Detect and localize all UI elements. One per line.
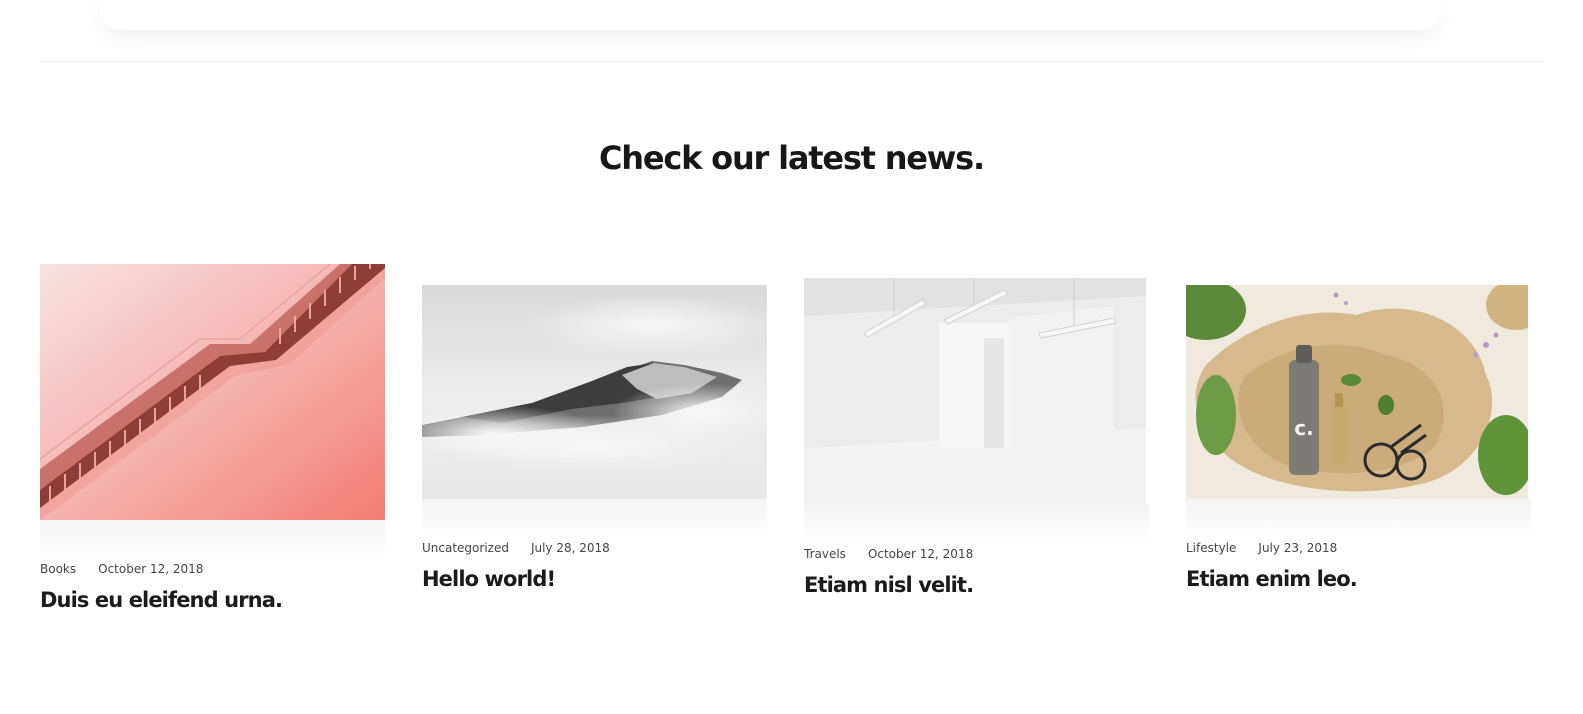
post-title-link[interactable]: Etiam enim leo. xyxy=(1186,567,1358,591)
post-category-link[interactable]: Lifestyle xyxy=(1186,541,1236,555)
news-card: Books October 12, 2018 Duis eu eleifend u… xyxy=(40,264,385,612)
post-meta: Lifestyle July 23, 2018 xyxy=(1186,541,1531,557)
section-title: Check our latest news. xyxy=(599,139,985,177)
post-thumbnail-link[interactable] xyxy=(422,285,767,499)
news-card: Uncategorized July 28, 2018 Hello world! xyxy=(422,285,767,591)
post-category-link[interactable]: Uncategorized xyxy=(422,541,509,555)
post-title-link[interactable]: Etiam nisl velit. xyxy=(804,573,974,597)
page: Check our latest news. Books October 12,… xyxy=(0,0,1583,714)
post-thumbnail-link[interactable]: c. xyxy=(1186,285,1531,499)
cosmetic-bottle-image: c. xyxy=(1186,285,1531,499)
post-title: Hello world! xyxy=(422,567,767,591)
post-category-link[interactable]: Travels xyxy=(804,547,846,561)
news-card: Travels October 12, 2018 Etiam nisl velit… xyxy=(804,278,1149,597)
foggy-mountain-image xyxy=(422,285,767,499)
post-title-link[interactable]: Duis eu eleifend urna. xyxy=(40,588,283,612)
post-title: Etiam enim leo. xyxy=(1186,567,1531,591)
post-date: October 12, 2018 xyxy=(867,547,974,561)
svg-text:c.: c. xyxy=(1294,416,1313,440)
post-thumbnail-link[interactable] xyxy=(40,264,385,520)
section-divider xyxy=(40,61,1543,62)
thumbnail-shadow xyxy=(40,520,385,560)
post-meta: Books October 12, 2018 xyxy=(40,562,385,578)
post-meta: Travels October 12, 2018 xyxy=(804,547,1149,563)
post-date: July 28, 2018 xyxy=(530,541,610,555)
thumbnail-shadow xyxy=(804,505,1149,545)
previous-section-edge xyxy=(100,0,1440,30)
thumbnail-shadow xyxy=(1186,499,1531,539)
post-date: July 23, 2018 xyxy=(1258,541,1338,555)
thumbnail-shadow xyxy=(422,499,767,539)
pink-escalator-image xyxy=(40,264,385,520)
post-title-link[interactable]: Hello world! xyxy=(422,567,556,591)
post-meta: Uncategorized July 28, 2018 xyxy=(422,541,767,557)
post-category-link[interactable]: Books xyxy=(40,562,76,576)
post-date: October 12, 2018 xyxy=(98,562,204,576)
post-thumbnail-link[interactable] xyxy=(804,278,1149,505)
white-room-image xyxy=(804,278,1146,505)
news-card: c. Lifestyle July 23, 2018 Etiam enim le… xyxy=(1186,285,1531,591)
post-title: Duis eu eleifend urna. xyxy=(40,588,385,612)
post-title: Etiam nisl velit. xyxy=(804,573,1149,597)
